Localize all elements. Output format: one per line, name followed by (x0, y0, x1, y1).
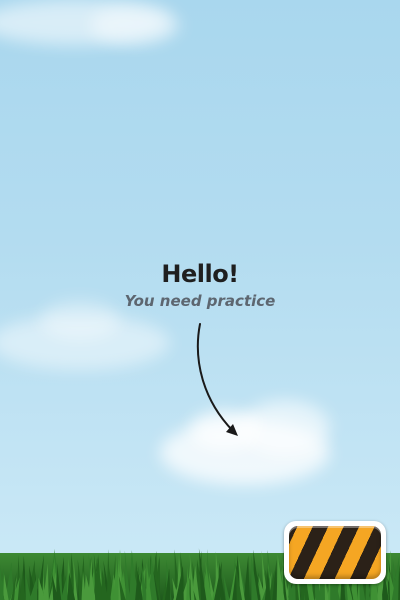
hazard-stripe-icon (289, 526, 381, 579)
curved-arrow-icon (196, 323, 238, 436)
game-scene: Hello! You need practice (0, 0, 400, 600)
cloud (90, 5, 180, 45)
greeting-subtitle: You need practice (124, 292, 276, 310)
hazard-stripe-button[interactable] (284, 521, 386, 584)
greeting-title: Hello! (161, 260, 239, 288)
